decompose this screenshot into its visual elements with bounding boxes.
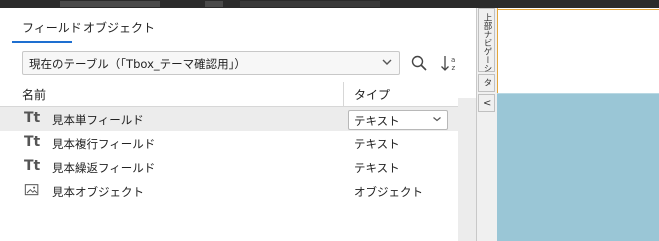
column-type-header[interactable]: タイプ (354, 86, 390, 103)
list-item[interactable]: Tt 見本複行フィールド テキスト (0, 131, 476, 155)
list-item[interactable]: Tt 見本単フィールド テキスト (0, 107, 476, 131)
list-item[interactable]: Tt 見本繰返フィールド テキスト (0, 155, 476, 179)
panel-tabs: フィールド オブジェクト (0, 8, 476, 44)
field-name: 見本単フィールド (52, 113, 144, 127)
svg-text:z: z (452, 64, 456, 72)
field-type-select[interactable]: テキスト (348, 110, 448, 130)
field-name: 見本複行フィールド (52, 137, 156, 151)
toolbar-button[interactable] (205, 1, 223, 7)
tab-fields[interactable]: フィールド (22, 19, 82, 36)
column-name-header[interactable]: 名前 (22, 86, 46, 103)
field-type-value: テキスト (354, 114, 400, 128)
text-field-icon: Tt (24, 110, 41, 126)
toolbar-field[interactable] (60, 1, 160, 7)
svg-text:a: a (451, 56, 455, 64)
search-icon[interactable] (410, 54, 428, 72)
field-list-header: 名前 タイプ (0, 82, 476, 107)
top-toolbar (0, 0, 659, 8)
text-field-icon: Tt (24, 158, 41, 174)
layout-canvas-top[interactable] (497, 8, 659, 93)
toolbar-field[interactable] (240, 1, 380, 7)
scrollbar[interactable] (458, 98, 476, 241)
field-name: 見本繰返フィールド (52, 161, 156, 175)
table-selector-value: 現在のテーブル（「Tbox_テーマ確認用」） (29, 57, 246, 71)
tab-objects[interactable]: オブジェクト (83, 19, 155, 36)
side-tab-navigation[interactable]: 上部ナビゲーション (478, 8, 495, 90)
layout-canvas-body[interactable] (497, 93, 659, 241)
field-type: テキスト (354, 161, 400, 175)
text-field-icon: Tt (24, 134, 41, 150)
collapse-arrow-icon: < (483, 98, 492, 109)
side-tab-t[interactable]: タ (478, 74, 495, 92)
table-selector[interactable]: 現在のテーブル（「Tbox_テーマ確認用」） (22, 51, 400, 75)
image-object-icon (24, 184, 39, 196)
field-picker-panel: フィールド オブジェクト 現在のテーブル（「Tbox_テーマ確認用」） a z … (0, 8, 476, 241)
list-item[interactable]: 見本オブジェクト オブジェクト (0, 179, 476, 203)
active-tab-indicator (12, 41, 72, 43)
field-type: オブジェクト (354, 185, 423, 199)
field-name: 見本オブジェクト (52, 185, 144, 199)
side-tab-t-label: タ (482, 78, 492, 87)
canvas-border (498, 9, 659, 10)
chevron-down-icon (433, 117, 441, 122)
chevron-down-icon (382, 59, 392, 65)
side-tab-collapse[interactable]: < (478, 94, 495, 112)
canvas-divider (497, 93, 659, 94)
column-divider[interactable] (343, 82, 344, 106)
side-tab-strip: 上部ナビゲーション タ < (476, 8, 498, 241)
field-type: テキスト (354, 137, 400, 151)
sort-az-icon[interactable]: a z (439, 53, 461, 73)
